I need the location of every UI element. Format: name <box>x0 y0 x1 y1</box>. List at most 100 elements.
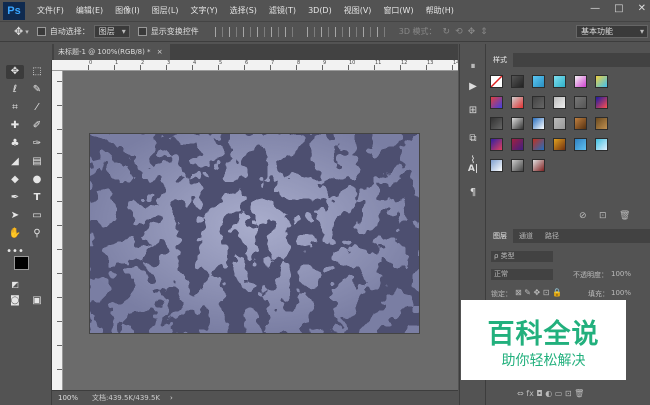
delete-style-icon[interactable]: 🗑 <box>619 211 630 221</box>
eraser-tool-icon[interactable]: ◢ <box>6 155 24 169</box>
style-swatch[interactable] <box>532 96 545 109</box>
default-colors-icon[interactable]: ◩ <box>6 278 24 292</box>
opacity-value[interactable]: 100% <box>611 270 631 278</box>
style-swatch[interactable] <box>490 159 503 172</box>
crop-tool-icon[interactable]: ⌗ <box>6 101 24 115</box>
style-swatch[interactable] <box>532 159 545 172</box>
blur-tool-icon[interactable]: ◆ <box>6 173 24 187</box>
menu-3d[interactable]: 3D(D) <box>308 6 332 15</box>
3d-roll-icon[interactable]: ⟲ <box>455 27 463 37</box>
history-brush-tool-icon[interactable]: ✑ <box>28 137 46 151</box>
style-swatch[interactable] <box>511 75 524 88</box>
eyedropper-tool-icon[interactable]: ⁄ <box>28 101 46 115</box>
distribute-hcenter-icon[interactable] <box>362 26 371 37</box>
type-tool-icon[interactable]: T <box>28 191 46 205</box>
layers-footer-icons[interactable]: ⇔ fx ◘ ◐ ▭ ⊡ 🗑 <box>517 389 584 398</box>
style-swatch[interactable] <box>553 96 566 109</box>
distribute-vcenter-icon[interactable] <box>320 26 329 37</box>
style-swatch[interactable] <box>553 138 566 151</box>
menu-select[interactable]: 选择(S) <box>230 5 257 16</box>
healing-brush-tool-icon[interactable]: ✚ <box>6 119 24 133</box>
blend-mode-dropdown[interactable]: 正常 <box>491 269 553 280</box>
style-swatch[interactable] <box>490 138 503 151</box>
zoom-level[interactable]: 100% <box>58 394 78 402</box>
clone-stamp-tool-icon[interactable]: ♣ <box>6 137 24 151</box>
auto-select-dropdown[interactable]: 图层 <box>93 25 130 38</box>
distribute-left-icon[interactable] <box>348 26 357 37</box>
dodge-tool-icon[interactable]: ● <box>28 173 46 187</box>
style-swatch[interactable] <box>553 117 566 130</box>
style-swatch[interactable] <box>490 96 503 109</box>
style-swatch[interactable] <box>511 96 524 109</box>
pen-tool-icon[interactable]: ✒ <box>6 191 24 205</box>
style-swatch[interactable] <box>490 117 503 130</box>
menu-edit[interactable]: 编辑(E) <box>76 5 103 16</box>
quick-select-tool-icon[interactable]: ✎ <box>28 83 46 97</box>
path-select-tool-icon[interactable]: ➤ <box>6 209 24 223</box>
screen-mode-icon[interactable]: ▣ <box>28 294 46 308</box>
layer-filter-dropdown[interactable]: ρ 类型 <box>491 251 553 262</box>
menu-help[interactable]: 帮助(H) <box>426 5 454 16</box>
minimize-button[interactable]: — <box>590 3 600 14</box>
tool-preset-chevron-icon[interactable]: ▾ <box>25 28 29 36</box>
clone-source-panel-icon[interactable]: ⧉ <box>466 132 480 146</box>
move-tool-icon[interactable]: ✥ <box>6 65 24 79</box>
history-panel-icon[interactable]: ⏸ <box>466 60 480 74</box>
style-swatch[interactable] <box>511 159 524 172</box>
document-canvas[interactable] <box>89 133 420 334</box>
lasso-tool-icon[interactable]: ℓ <box>6 83 24 97</box>
close-tab-icon[interactable]: × <box>157 48 163 56</box>
style-swatch[interactable] <box>511 138 524 151</box>
align-top-icon[interactable] <box>214 26 223 37</box>
brush-tool-icon[interactable]: ✐ <box>28 119 46 133</box>
align-vcenter-icon[interactable] <box>228 26 237 37</box>
style-swatch[interactable] <box>574 117 587 130</box>
marquee-tool-icon[interactable]: ⬚ <box>28 65 46 79</box>
align-right-icon[interactable] <box>284 26 293 37</box>
menu-window[interactable]: 窗口(W) <box>383 5 413 16</box>
tab-channels[interactable]: 通道 <box>513 229 539 243</box>
clear-style-icon[interactable]: ⊘ <box>579 211 587 221</box>
document-tab[interactable]: 未标题-1 @ 100%(RGB/8) * × <box>54 44 170 60</box>
style-swatch[interactable] <box>595 138 608 151</box>
menu-type[interactable]: 文字(Y) <box>190 5 217 16</box>
distribute-bottom-icon[interactable] <box>334 26 343 37</box>
quick-mask-icon[interactable]: ◙ <box>6 294 24 308</box>
menu-view[interactable]: 视图(V) <box>344 5 372 16</box>
3d-rotate-icon[interactable]: ↻ <box>443 27 451 37</box>
fill-value[interactable]: 100% <box>611 289 631 297</box>
tab-layers[interactable]: 图层 <box>487 229 513 243</box>
align-hcenter-icon[interactable] <box>270 26 279 37</box>
align-bottom-icon[interactable] <box>242 26 251 37</box>
distribute-top-icon[interactable] <box>306 26 315 37</box>
3d-pan-icon[interactable]: ✥ <box>468 27 476 37</box>
hand-tool-icon[interactable]: ✋ <box>6 227 24 241</box>
tab-styles[interactable]: 样式 <box>487 53 513 67</box>
paragraph-panel-icon[interactable]: ¶ <box>466 186 480 200</box>
style-swatch[interactable] <box>532 138 545 151</box>
show-transform-checkbox[interactable] <box>137 27 147 36</box>
style-swatch[interactable] <box>595 96 608 109</box>
lock-icons[interactable]: ⊠ ✎ ✥ ⊡ 🔒 <box>515 288 562 297</box>
character-panel-icon[interactable]: A| <box>466 162 480 176</box>
align-left-icon[interactable] <box>256 26 265 37</box>
style-swatch[interactable] <box>574 138 587 151</box>
rectangle-tool-icon[interactable]: ▭ <box>28 209 46 223</box>
close-button[interactable]: ✕ <box>638 3 646 14</box>
menu-filter[interactable]: 滤镜(T) <box>269 5 296 16</box>
properties-panel-icon[interactable]: ⊞ <box>466 104 480 118</box>
maximize-button[interactable]: □ <box>614 3 623 14</box>
style-swatch[interactable] <box>595 75 608 88</box>
distribute-right-icon[interactable] <box>376 26 385 37</box>
actions-panel-icon[interactable]: ▶ <box>466 80 480 94</box>
style-swatch[interactable] <box>532 75 545 88</box>
menu-image[interactable]: 图像(I) <box>115 5 140 16</box>
workspace-dropdown[interactable]: 基本功能 <box>576 25 648 38</box>
menu-layer[interactable]: 图层(L) <box>152 5 179 16</box>
move-tool-icon[interactable]: ✥ <box>14 25 23 38</box>
style-swatch[interactable] <box>490 75 503 88</box>
style-swatch[interactable] <box>532 117 545 130</box>
new-style-icon[interactable]: ⊡ <box>599 211 607 221</box>
gradient-tool-icon[interactable]: ▤ <box>28 155 46 169</box>
style-swatch[interactable] <box>553 75 566 88</box>
